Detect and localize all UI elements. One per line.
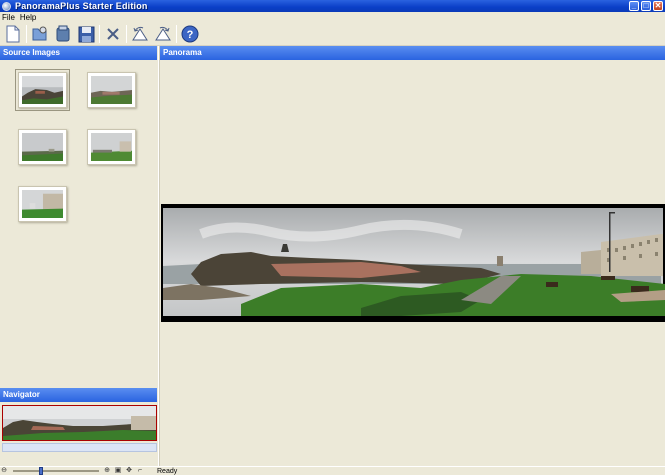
status-text: Ready <box>157 467 178 475</box>
app-icon[interactable] <box>2 1 11 11</box>
help-icon: ? <box>181 25 199 43</box>
navigator-panel: Navigator <box>0 388 157 458</box>
delete-icon <box>107 28 119 40</box>
svg-text:?: ? <box>187 29 194 41</box>
stitch-button[interactable] <box>53 24 73 44</box>
window-title: PanoramaPlus Starter Edition <box>15 1 148 11</box>
rotate-right-button[interactable] <box>153 24 173 44</box>
rotate-right-icon <box>155 26 171 41</box>
panorama-image[interactable] <box>161 204 665 322</box>
close-button[interactable]: ✕ <box>653 1 663 11</box>
save-icon <box>78 26 94 42</box>
toolbar-separator <box>26 25 27 43</box>
toolbar-separator <box>176 25 177 43</box>
source-thumbnail[interactable] <box>87 129 136 165</box>
toolbar-separator <box>99 25 100 43</box>
maximize-icon: □ <box>643 1 649 10</box>
status-bar: ⊖ ⊕ ▣ ✥ ⌐ Ready <box>0 466 665 475</box>
toolbar-separator <box>126 25 127 43</box>
navigator-header: Navigator <box>0 388 157 402</box>
delete-button[interactable] <box>103 24 123 44</box>
navigator-preview[interactable] <box>2 405 157 441</box>
source-thumbnail[interactable] <box>15 69 70 111</box>
title-bar: PanoramaPlus Starter Edition _ □ ✕ <box>0 0 665 12</box>
window-controls: _ □ ✕ <box>629 1 663 11</box>
menu-help[interactable]: Help <box>18 13 39 22</box>
close-icon: ✕ <box>654 1 662 10</box>
stitch-icon <box>56 25 70 42</box>
navigator-scrollbar[interactable] <box>2 443 157 452</box>
source-images-header: Source Images <box>0 46 157 60</box>
minimize-button[interactable]: _ <box>629 1 639 11</box>
open-folder-icon <box>32 26 47 41</box>
zoom-slider-thumb[interactable] <box>39 467 43 475</box>
open-button[interactable] <box>30 24 50 44</box>
rotate-left-icon <box>132 26 148 41</box>
source-thumbnail[interactable] <box>18 186 67 222</box>
help-button[interactable]: ? <box>180 24 200 44</box>
zoom-in-icon[interactable]: ⊕ <box>103 467 111 475</box>
navigator-panorama-image <box>3 406 156 440</box>
rotate-left-button[interactable] <box>130 24 150 44</box>
source-images-panel: Source Images Navigator <box>0 46 157 466</box>
new-icon <box>6 25 20 43</box>
source-thumbnail[interactable] <box>18 129 67 165</box>
pan-icon[interactable]: ✥ <box>125 467 133 475</box>
maximize-button[interactable]: □ <box>641 1 651 11</box>
toolbar: ? <box>0 23 665 46</box>
fit-window-icon[interactable]: ▣ <box>114 467 122 475</box>
menu-bar: File Help <box>0 12 665 23</box>
menu-file[interactable]: File <box>0 13 18 22</box>
save-button[interactable] <box>76 24 96 44</box>
source-thumbnail[interactable] <box>87 72 136 108</box>
minimize-icon: _ <box>631 1 637 10</box>
new-button[interactable] <box>3 24 23 44</box>
zoom-slider[interactable] <box>13 467 99 475</box>
crop-icon[interactable]: ⌐ <box>136 467 144 475</box>
panorama-photo <box>161 204 665 322</box>
panorama-header: Panorama <box>160 46 665 60</box>
zoom-out-icon[interactable]: ⊖ <box>0 467 8 475</box>
